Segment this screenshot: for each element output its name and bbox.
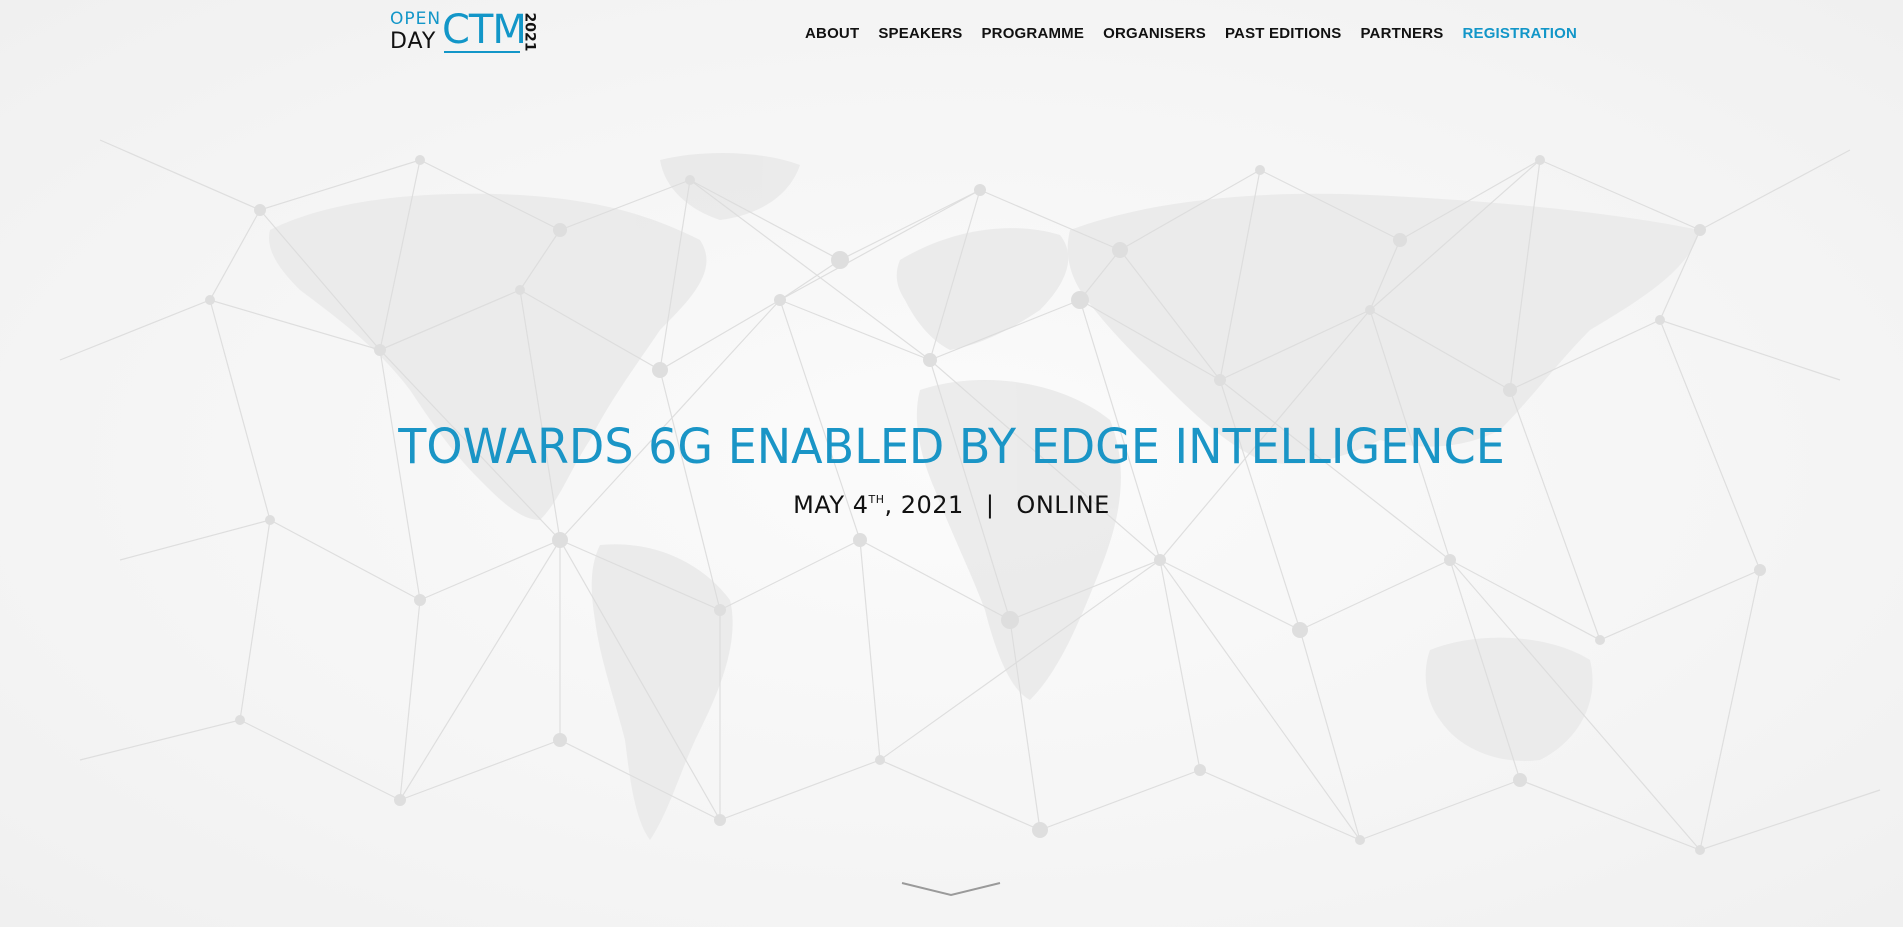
nav-item-organisers[interactable]: ORGANISERS: [1103, 24, 1206, 44]
hero-section: OPEN DAY CTM 2021 ABOUT SPEAKERS PROGRAM…: [0, 0, 1903, 927]
nav-item-partners[interactable]: PARTNERS: [1360, 24, 1443, 44]
chevron-down-icon[interactable]: [900, 878, 1002, 898]
logo-ctm-text: CTM: [442, 7, 527, 53]
event-location: ONLINE: [1016, 491, 1110, 519]
logo-year-text: 2021: [521, 12, 538, 52]
main-navigation: ABOUT SPEAKERS PROGRAMME ORGANISERS PAST…: [805, 24, 1577, 44]
nav-item-registration[interactable]: REGISTRATION: [1462, 24, 1577, 44]
event-date-year: , 2021: [884, 491, 964, 519]
site-logo[interactable]: OPEN DAY CTM 2021: [390, 7, 540, 56]
hero-subtitle: MAY 4TH, 2021 | ONLINE: [0, 484, 1903, 521]
logo-day-text: DAY: [390, 29, 437, 54]
hero-title: TOWARDS 6G ENABLED BY EDGE INTELLIGENCE: [398, 417, 1505, 475]
logo-year: 2021: [521, 12, 538, 52]
subtitle-separator: |: [985, 491, 995, 519]
event-date-suffix: TH: [868, 493, 885, 506]
nav-item-programme[interactable]: PROGRAMME: [981, 24, 1084, 44]
nav-item-speakers[interactable]: SPEAKERS: [878, 24, 962, 44]
logo-open-text: OPEN: [390, 9, 442, 29]
nav-item-past-editions[interactable]: PAST EDITIONS: [1225, 24, 1342, 44]
logo-underline: [444, 51, 520, 53]
event-date-prefix: MAY 4: [793, 491, 869, 519]
nav-item-about[interactable]: ABOUT: [805, 24, 859, 44]
